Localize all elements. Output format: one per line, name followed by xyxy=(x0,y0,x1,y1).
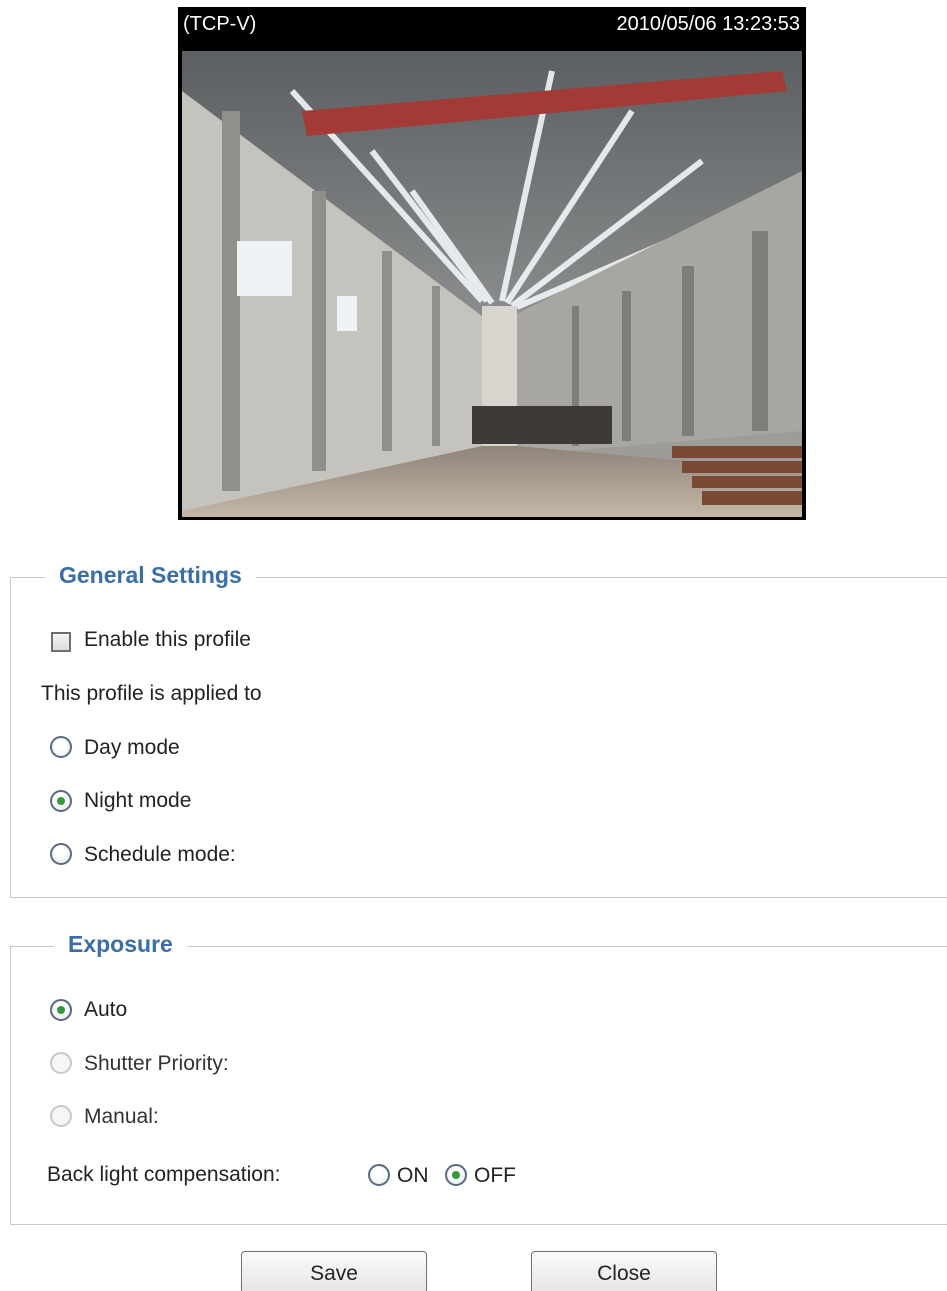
manual-exposure-label: Manual: xyxy=(84,1105,159,1128)
stream-label: (TCP-V) xyxy=(183,13,257,35)
night-mode-radio[interactable] xyxy=(50,790,72,812)
auto-exposure-radio[interactable] xyxy=(50,999,72,1021)
schedule-mode-label: Schedule mode: xyxy=(84,843,236,866)
blc-label: Back light compensation: xyxy=(47,1163,281,1186)
camera-image xyxy=(182,51,802,517)
shutter-priority-label: Shutter Priority: xyxy=(84,1052,229,1075)
night-mode-label: Night mode xyxy=(84,789,192,812)
applied-to-label: This profile is applied to xyxy=(41,682,262,705)
manual-exposure-radio[interactable] xyxy=(50,1105,72,1127)
blc-on-radio[interactable] xyxy=(368,1164,390,1186)
close-button[interactable]: Close xyxy=(531,1251,717,1291)
schedule-mode-radio[interactable] xyxy=(50,843,72,865)
exposure-title: Exposure xyxy=(54,931,187,958)
auto-exposure-label: Auto xyxy=(84,998,128,1021)
enable-profile-label: Enable this profile xyxy=(84,628,251,651)
warehouse-scene-image xyxy=(182,51,802,517)
shutter-priority-radio[interactable] xyxy=(50,1052,72,1074)
blc-off-label: OFF xyxy=(474,1164,516,1187)
timestamp: 2010/05/06 13:23:53 xyxy=(616,13,800,35)
blc-off-radio[interactable] xyxy=(445,1164,467,1186)
preview-overlay-bar: (TCP-V) 2010/05/06 13:23:53 xyxy=(178,7,806,45)
general-settings-group: General Settings Enable this profile Thi… xyxy=(10,562,947,898)
general-settings-title: General Settings xyxy=(45,562,256,589)
day-mode-radio[interactable] xyxy=(50,736,72,758)
enable-profile-checkbox[interactable] xyxy=(51,632,71,652)
save-button[interactable]: Save xyxy=(241,1251,427,1291)
blc-on-label: ON xyxy=(397,1164,429,1187)
video-preview: (TCP-V) 2010/05/06 13:23:53 xyxy=(178,7,806,520)
exposure-group: Exposure Auto Shutter Priority: Manual: … xyxy=(10,931,947,1225)
day-mode-label: Day mode xyxy=(84,736,180,759)
